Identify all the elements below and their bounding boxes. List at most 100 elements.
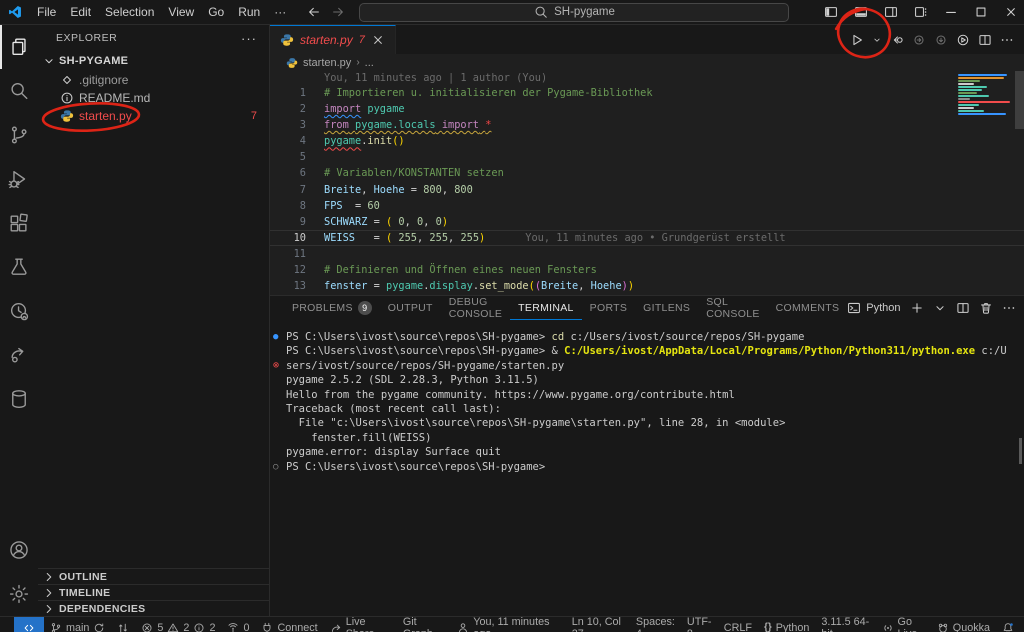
history-forward-icon[interactable] [331,5,345,19]
tab-close-icon[interactable] [371,33,385,47]
status-item-live-share[interactable]: Live Share [324,617,397,632]
terminal-scrollbar[interactable] [1019,438,1022,464]
code-line-1[interactable]: 1# Importieren u. initialisieren der Pyg… [270,85,1024,101]
activity-item-search[interactable] [0,69,38,113]
activity-item-explorer[interactable] [0,25,38,69]
menu-go[interactable]: Go [201,5,231,19]
command-center-search[interactable]: SH-pygame [359,3,789,22]
status-item-encoding[interactable]: UTF-8 [681,617,718,632]
sidebar-section-outline[interactable]: OUTLINE [38,568,269,584]
maximize-icon[interactable] [968,0,994,25]
status-item-blame[interactable]: You, 11 minutes ago [451,617,565,632]
panel-tab-sql-console[interactable]: SQL CONSOLE [698,296,767,320]
sidebar-section-dependencies[interactable]: DEPENDENCIES [38,600,269,616]
status-item-git-graph[interactable]: Git Graph [397,617,451,632]
menu-edit[interactable]: Edit [63,5,98,19]
activity-item-database[interactable] [0,377,38,421]
panel-tab-comments[interactable]: COMMENTS [768,296,848,320]
status-item-connect[interactable]: Connect [255,617,323,632]
split-terminal-icon[interactable] [956,301,970,315]
status-item-quokka[interactable]: Quokka [931,617,996,632]
code-editor[interactable]: You, 11 minutes ago | 1 author (You) 1# … [270,71,1024,295]
kill-terminal-icon[interactable] [979,301,993,315]
activity-item-live-share[interactable] [0,333,38,377]
layout-grid-icon[interactable] [908,0,934,25]
code-line-4[interactable]: 4pygame.init() [270,133,1024,149]
status-item-language[interactable]: {}Python [758,617,815,632]
code-line-2[interactable]: 2import pygame [270,101,1024,117]
status-item-remote[interactable] [14,617,44,632]
activity-item-gitlens[interactable] [0,289,38,333]
activity-item-extensions[interactable] [0,201,38,245]
chevron-right-icon [42,570,56,584]
terminal-dropdown-icon[interactable] [933,301,947,315]
panel-tab-debug-console[interactable]: DEBUG CONSOLE [441,296,510,320]
terminal[interactable]: ●PS C:\Users\ivost\source\repos\SH-pygam… [270,320,1024,616]
breadcrumb[interactable]: starten.py › ... [270,54,1024,71]
activity-item-settings[interactable] [0,572,38,616]
explorer-file-starten-py[interactable]: starten.py7 [38,107,269,125]
sidebar-section-timeline[interactable]: TIMELINE [38,584,269,600]
status-item-notifications[interactable] [996,617,1020,632]
editor-scrollbar[interactable] [1015,71,1024,129]
run-button[interactable] [850,33,864,47]
terminal-shell-selector[interactable]: Python [847,301,900,315]
panel-tab-output[interactable]: OUTPUT [380,296,441,320]
activity-item-accounts[interactable] [0,528,38,572]
menu-run[interactable]: Run [231,5,267,19]
minimize-icon[interactable] [938,0,964,25]
status-item-indentation[interactable]: Spaces: 4 [630,617,681,632]
code-line-6[interactable]: 6# Variablen/KONSTANTEN setzen [270,165,1024,181]
status-item-branch[interactable]: main [44,617,111,632]
layout-panel-icon[interactable] [848,0,874,25]
minimap[interactable] [956,71,1012,119]
activity-item-testing[interactable] [0,245,38,289]
status-item-compare[interactable] [111,617,135,632]
code-line-12[interactable]: 12# Definieren und Öffnen eines neuen Fe… [270,262,1024,278]
run-file-icon[interactable] [956,33,970,47]
status-item-eol[interactable]: CRLF [718,617,758,632]
circle-a-icon[interactable] [912,33,926,47]
code-line-9[interactable]: 9SCHWARZ = ( 0, 0, 0) [270,214,1024,230]
panel-tab-gitlens[interactable]: GITLENS [635,296,698,320]
code-line-7[interactable]: 7Breite, Hoehe = 800, 800 [270,182,1024,198]
chev-sm-icon[interactable] [872,35,882,45]
status-item-problems[interactable]: 522 [135,617,221,632]
code-line-8[interactable]: 8FPS = 60 [270,198,1024,214]
activity-item-source-control[interactable] [0,113,38,157]
line-number: 1 [270,85,306,101]
code-line-13[interactable]: 13fenster = pygame.display.set_mode((Bre… [270,278,1024,294]
menu-more[interactable]: ··· [267,5,293,19]
status-item-cursor-position[interactable]: Ln 10, Col 27 [566,617,630,632]
status-item-ports[interactable]: 0 [221,617,255,632]
tab-starten-py[interactable]: starten.py 7 [270,25,396,54]
close-window-icon[interactable] [998,0,1024,25]
explorer-more-icon[interactable]: ··· [241,31,257,46]
code-line-5[interactable]: 5 [270,149,1024,165]
new-terminal-icon[interactable] [910,301,924,315]
code-line-3[interactable]: 3from pygame.locals import * [270,117,1024,133]
explorer-file--gitignore[interactable]: .gitignore [38,71,269,89]
status-item-go-live[interactable]: Go Live [876,617,931,632]
layout-left-icon[interactable] [818,0,844,25]
menu-view[interactable]: View [161,5,201,19]
line-number: 11 [270,246,306,262]
history-back-icon[interactable] [307,5,321,19]
nav-back-icon[interactable] [890,33,904,47]
explorer-root-folder[interactable]: SH-PYGAME [38,51,269,71]
code-line-10[interactable]: 10WEISS = ( 255, 255, 255)You, 11 minute… [270,230,1024,246]
menu-selection[interactable]: Selection [98,5,161,19]
layout-right-icon[interactable] [878,0,904,25]
activity-item-run-and-debug[interactable] [0,157,38,201]
panel-tab-ports[interactable]: PORTS [582,296,635,320]
status-item-interpreter[interactable]: 3.11.5 64-bit [815,617,875,632]
panel-more-icon[interactable] [1002,301,1016,315]
code-line-11[interactable]: 11 [270,246,1024,262]
panel-tab-terminal[interactable]: TERMINAL [510,296,582,320]
panel-tab-problems[interactable]: PROBLEMS9 [284,296,380,320]
circle-b-icon[interactable] [934,33,948,47]
more-icon[interactable] [1000,33,1014,47]
split-icon[interactable] [978,33,992,47]
explorer-file-readme-md[interactable]: README.md [38,89,269,107]
menu-file[interactable]: File [30,5,63,19]
